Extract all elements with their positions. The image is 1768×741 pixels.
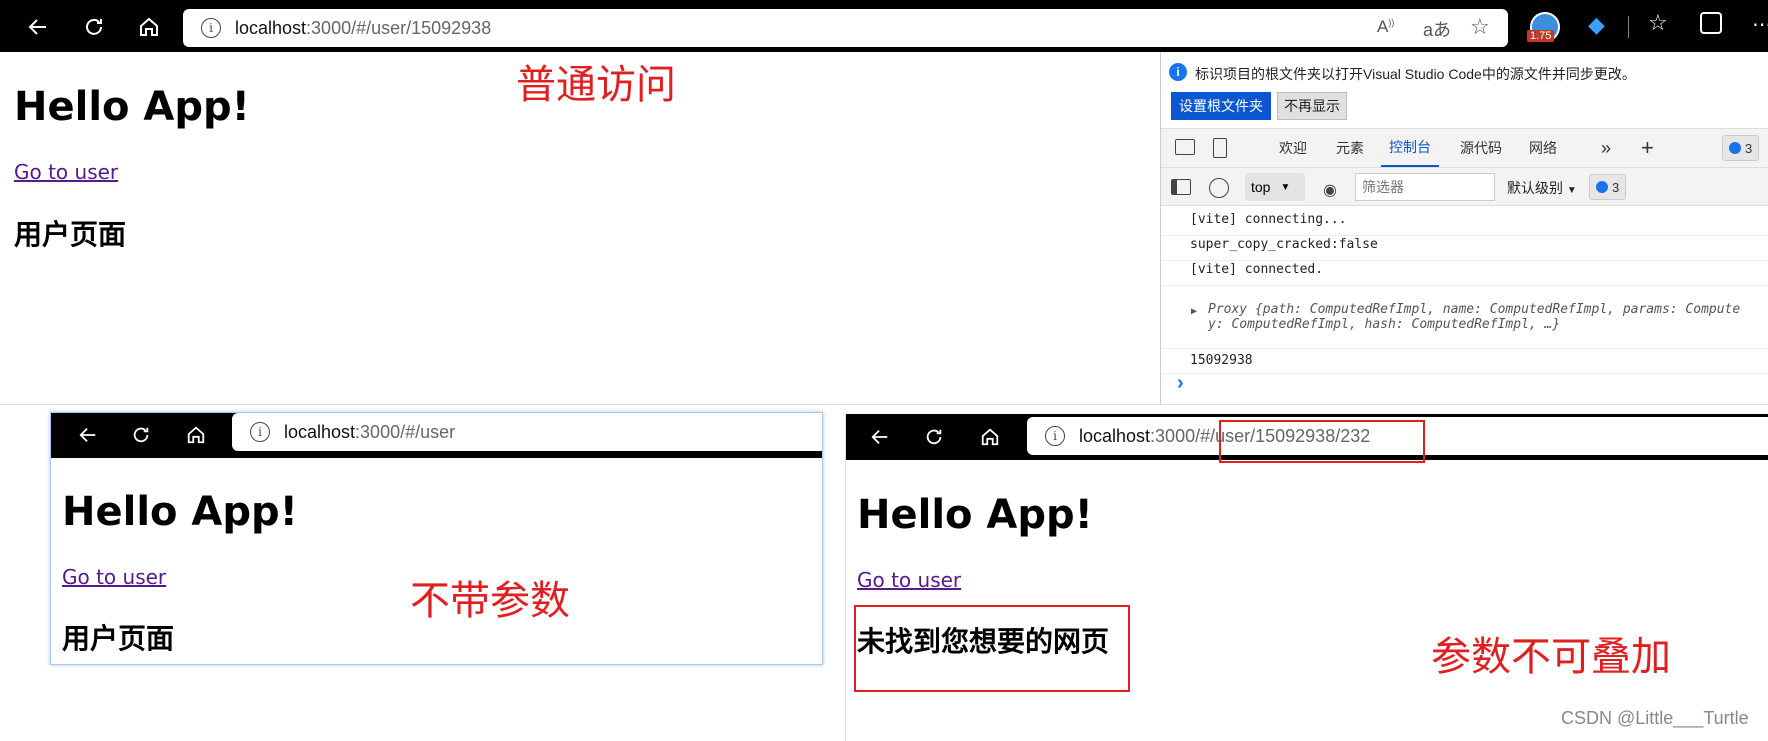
context-select[interactable]: top ▼ [1245,173,1305,201]
log-level-select[interactable]: 默认级别 ▼ [1507,178,1577,198]
clear-console-icon[interactable] [1209,178,1229,198]
console-log-line: [vite] connecting... [1161,212,1768,236]
filter-input[interactable] [1355,173,1495,201]
url-path: :3000/#/user [355,421,456,442]
back-button[interactable] [20,12,56,42]
expand-triangle-icon[interactable]: ▶ [1191,306,1197,317]
home-button[interactable] [131,12,167,42]
top-browser-window: i localhost:3000/#/user/15092938 A)) aあ … [0,0,1768,405]
device-toggle-icon[interactable] [1213,138,1227,158]
devtools-tabs: 欢迎 元素 控制台 源代码 网络 » + 3 [1161,128,1768,168]
tab-network[interactable]: 网络 [1529,129,1557,167]
more-icon[interactable]: ⋯ [1752,12,1768,37]
tab-console[interactable]: 控制台 [1381,129,1439,167]
address-bar[interactable]: i localhost:3000/#/user [232,413,822,451]
live-expression-icon[interactable]: ◉ [1323,180,1337,200]
issues-badge[interactable]: 3 [1722,135,1760,161]
sidebar-toggle-icon[interactable] [1171,179,1191,195]
console-log-line: 15092938 [1161,350,1768,374]
top-browser-toolbar: i localhost:3000/#/user/15092938 A)) aあ … [0,0,1768,52]
home-icon [140,17,158,36]
console-proxy-object[interactable]: ▶ Proxy {path: ComputedRefImpl, name: Co… [1161,288,1768,349]
go-to-user-link[interactable]: Go to user [14,160,118,184]
home-button[interactable] [179,421,213,449]
set-root-folder-button[interactable]: 设置根文件夹 [1171,92,1271,120]
back-button[interactable] [71,421,105,449]
console-prompt[interactable]: › [1177,372,1184,395]
add-tab-icon[interactable]: + [1641,129,1654,167]
devtools-panel: i 标识项目的根文件夹以打开Visual Studio Code中的源文件并同步… [1160,52,1768,404]
more-tabs-icon[interactable]: » [1601,129,1611,167]
log-level-label: 默认级别 [1507,180,1563,196]
refresh-icon [86,18,102,35]
page-subheading: 用户页面 [14,218,127,251]
favorite-add-icon[interactable]: ☆ [1470,14,1490,40]
arrow-left-icon [871,429,888,445]
tab-sources[interactable]: 源代码 [1460,129,1502,167]
dropdown-arrow-icon: ▼ [1566,185,1577,196]
url-highlight-box [1219,420,1425,463]
go-to-user-link[interactable]: Go to user [62,565,166,589]
dropdown-arrow-icon: ▼ [1280,181,1291,193]
back-button[interactable] [863,423,897,451]
toolbar-divider [1628,16,1629,38]
refresh-icon [133,427,149,443]
refresh-button[interactable] [76,12,112,42]
site-info-icon[interactable]: i [250,422,270,442]
proxy-line-2: y: ComputedRefImpl, hash: ComputedRefImp… [1208,317,1561,332]
console-log-line: [vite] connected. [1161,262,1768,286]
refresh-icon [926,429,942,445]
url-host: localhost [1079,425,1151,446]
bottom-left-browser-window: i localhost:3000/#/user Hello App! Go to… [50,412,823,665]
page-heading: Hello App! [857,492,1093,538]
bottom-right-browser-window: i localhost:3000/#/user/15092938/232 Hel… [845,414,1768,741]
message-icon [1729,142,1741,154]
arrow-left-icon [79,427,96,443]
dont-show-again-button[interactable]: 不再显示 [1277,92,1347,120]
diamond-extension-icon[interactable]: ◆ [1588,12,1605,38]
console-issues-count: 3 [1612,179,1620,195]
page-heading: Hello App! [14,84,250,130]
home-icon [981,428,999,446]
site-info-icon[interactable]: i [1045,426,1065,446]
url-host: localhost [235,17,307,38]
site-info-icon[interactable]: i [201,18,221,38]
console-toolbar: top ▼ ◉ 默认级别 ▼ 3 [1161,168,1768,206]
watermark: CSDN @Little___Turtle [1561,708,1749,728]
home-icon [187,426,205,444]
home-button[interactable] [973,423,1007,451]
go-to-user-link[interactable]: Go to user [857,568,961,592]
context-label: top [1251,179,1271,195]
refresh-button[interactable] [124,421,158,449]
translate-icon[interactable]: aあ [1423,16,1451,42]
address-bar[interactable]: i localhost:3000/#/user/15092938 A)) aあ … [183,9,1508,47]
info-icon: i [1169,63,1187,81]
page-heading: Hello App! [62,489,298,535]
devtools-info-text: 标识项目的根文件夹以打开Visual Studio Code中的源文件并同步更改… [1195,66,1636,82]
url-path: :3000/#/user/15092938 [306,17,492,38]
proxy-line-1: Proxy {path: ComputedRefImpl, name: Comp… [1208,302,1741,317]
not-found-highlight-box [854,605,1130,692]
read-aloud-icon[interactable]: A)) [1377,17,1394,37]
tab-elements[interactable]: 元素 [1336,129,1364,167]
page-subheading: 用户页面 [62,622,175,655]
console-log-line: super_copy_cracked:false [1161,237,1768,261]
message-icon [1596,181,1608,193]
annotation-normal-access: 普通访问 [516,62,676,108]
tab-welcome[interactable]: 欢迎 [1279,129,1307,167]
refresh-button[interactable] [917,423,951,451]
annotation-params-not-stackable: 参数不可叠加 [1431,634,1671,680]
issues-count: 3 [1745,140,1753,156]
favorites-icon[interactable]: ☆ [1648,10,1668,36]
collections-icon[interactable] [1700,12,1722,34]
inspect-icon[interactable] [1175,139,1195,155]
zoom-badge: 1.75 [1527,30,1555,42]
arrow-left-icon [28,19,46,35]
bottom-left-toolbar: i localhost:3000/#/user [51,413,822,458]
console-issues-badge[interactable]: 3 [1589,174,1627,200]
url-host: localhost [284,421,356,442]
annotation-no-params: 不带参数 [410,578,570,624]
